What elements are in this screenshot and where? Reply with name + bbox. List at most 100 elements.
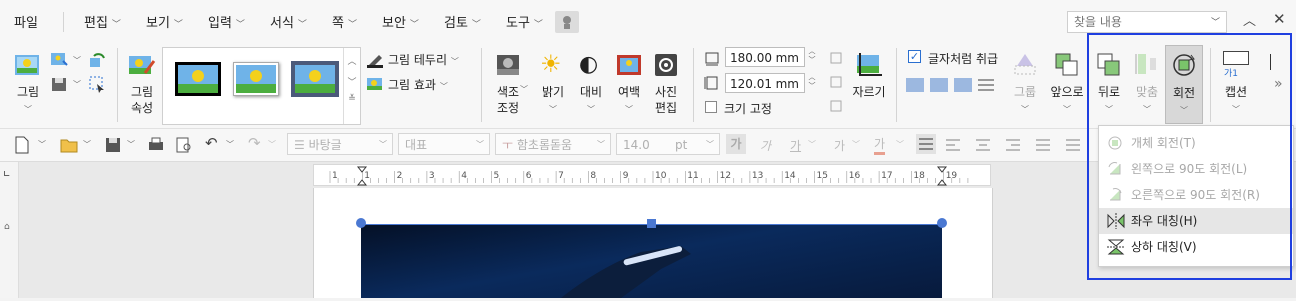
search-input[interactable] xyxy=(1072,12,1206,32)
ruler-corner-icon[interactable]: ∟ xyxy=(3,170,11,180)
style-thumbnail[interactable] xyxy=(233,62,279,96)
close-icon[interactable]: ✕ xyxy=(1273,10,1286,28)
width-field[interactable]: 180.00 mm xyxy=(725,47,805,67)
style-select[interactable]: ☰ 바탕글 ﹀ xyxy=(287,133,393,155)
chevron-down-icon[interactable]: ﹀ xyxy=(896,139,904,150)
chevron-down-icon[interactable]: ﹀ xyxy=(127,139,135,150)
text-wrap-icons[interactable] xyxy=(906,76,996,94)
save-picture-icon[interactable] xyxy=(50,75,70,93)
group-button[interactable]: 그룹 ﹀ xyxy=(1008,84,1042,118)
menu-security[interactable]: 보안 ﹀ xyxy=(382,12,419,31)
strikethrough-button[interactable]: 가 xyxy=(834,137,845,154)
chevron-down-icon[interactable]: ﹀ xyxy=(83,139,91,150)
bold-button[interactable]: 가 xyxy=(726,134,746,154)
align-center-icon[interactable] xyxy=(976,138,992,152)
picture-properties-button[interactable]: 그림 속성 xyxy=(124,84,160,116)
collapse-ribbon-icon[interactable]: ︿ xyxy=(1243,10,1256,29)
bring-forward-icon xyxy=(1055,53,1078,76)
style-thumbnail[interactable] xyxy=(291,61,339,97)
print-icon[interactable] xyxy=(148,137,164,153)
resize-handle[interactable] xyxy=(937,218,947,228)
save-icon[interactable] xyxy=(105,137,121,153)
search-dropdown-icon[interactable]: ﹀ xyxy=(1211,15,1220,28)
picture-effect-button[interactable]: 그림 효과 ﹀ xyxy=(388,76,448,93)
italic-button[interactable]: 가 xyxy=(760,137,771,154)
crop-button[interactable]: 자르기 xyxy=(850,84,888,100)
menu-review[interactable]: 검토 ﹀ xyxy=(444,12,481,31)
menu-page[interactable]: 쪽 ﹀ xyxy=(332,12,357,31)
chevron-down-icon[interactable]: ﹀ xyxy=(226,139,234,150)
language-select[interactable]: 대표 ﹀ xyxy=(398,133,490,155)
justify-button[interactable] xyxy=(916,134,936,154)
insert-picture-icon[interactable] xyxy=(50,51,70,69)
picture-context-tab[interactable] xyxy=(555,11,579,33)
select-objects-icon[interactable] xyxy=(88,75,106,93)
ruler-tick-label: 4 xyxy=(461,171,467,181)
photo-edit-icon xyxy=(655,54,677,76)
style-thumbnail[interactable] xyxy=(175,62,221,96)
gallery-scroll[interactable]: ︿ ﹀ ≚ xyxy=(343,48,360,124)
chevron-down-icon[interactable]: ﹀ xyxy=(520,84,528,95)
photo-edit-button[interactable]: 사진 편집 xyxy=(648,84,684,116)
picture-properties-icon xyxy=(129,56,156,74)
bring-forward-button[interactable]: 앞으로 ﹀ xyxy=(1047,84,1087,118)
chevron-down-icon[interactable]: ﹀ xyxy=(38,139,46,150)
picture-border-button[interactable]: 그림 테두리 ﹀ xyxy=(388,51,459,68)
picture-icon xyxy=(563,16,571,29)
chevron-down-icon[interactable]: ﹀ xyxy=(268,139,276,150)
height-field[interactable]: 120.01 mm xyxy=(725,73,805,93)
selected-image[interactable] xyxy=(361,224,942,298)
resize-handle[interactable] xyxy=(356,218,366,228)
ruler-tick-label: 3 xyxy=(429,171,435,181)
ruler-tick-label: 10 xyxy=(655,171,667,181)
chevron-up-icon[interactable]: ︿ xyxy=(344,54,360,67)
menu-insert[interactable]: 입력 ﹀ xyxy=(208,12,245,31)
align-left-icon[interactable] xyxy=(946,138,962,152)
menu-format[interactable]: 서식 ﹀ xyxy=(270,12,307,31)
treat-as-char-checkbox[interactable]: ✓ xyxy=(908,50,921,63)
picture-effect-icon xyxy=(367,78,382,90)
print-preview-icon[interactable] xyxy=(176,137,192,153)
margin-button[interactable]: 여백 ﹀ xyxy=(614,84,644,118)
align-right-icon[interactable] xyxy=(1006,138,1022,152)
chevron-down-icon[interactable]: ﹀ xyxy=(852,139,860,150)
font-size-field[interactable]: 14.0 pt ﹀ xyxy=(616,133,720,155)
menu-edit[interactable]: 편집 ﹀ xyxy=(84,12,121,31)
ruler-tick-label: 2 xyxy=(397,171,403,181)
height-spinner[interactable]: ︿ ﹀ xyxy=(806,73,818,93)
resize-handle[interactable] xyxy=(647,219,656,228)
picture-border-icon xyxy=(367,55,383,68)
indent-marker-icon[interactable]: ⌂ xyxy=(4,222,10,232)
chevron-down-icon[interactable]: ﹀ xyxy=(344,75,360,88)
menu-tools[interactable]: 도구 ﹀ xyxy=(506,12,543,31)
same-height-icon[interactable] xyxy=(829,75,843,89)
brightness-button[interactable]: 밝기 ﹀ xyxy=(538,84,568,118)
open-folder-icon[interactable] xyxy=(60,137,78,153)
menu-view[interactable]: 보기 ﹀ xyxy=(146,12,183,31)
font-select[interactable]: ㅜ 함초롬돋움 ﹀ xyxy=(495,133,611,155)
menu-file[interactable]: 파일 xyxy=(14,12,38,31)
undo-icon[interactable]: ↶ xyxy=(205,134,218,152)
redo-icon[interactable]: ↷ xyxy=(248,134,261,152)
new-document-icon[interactable] xyxy=(14,136,30,154)
fix-size-checkbox[interactable] xyxy=(705,101,717,113)
width-spinner[interactable]: ︿ ﹀ xyxy=(806,47,818,67)
picture-button[interactable]: 그림 ﹀ xyxy=(14,84,42,118)
ruler-tick-label: 17 xyxy=(881,171,892,181)
chevron-down-icon[interactable]: ﹀ xyxy=(73,55,81,66)
search-box[interactable]: ﹀ xyxy=(1067,11,1227,33)
same-width-icon[interactable] xyxy=(829,51,843,65)
distribute-icon[interactable] xyxy=(1036,138,1052,152)
vertical-ruler: ∟ ⌂ xyxy=(0,162,19,298)
picture-style-gallery: ︿ ﹀ ≚ xyxy=(162,47,361,125)
same-size-icon[interactable] xyxy=(829,99,843,113)
contrast-button[interactable]: 대비 ﹀ xyxy=(576,84,606,118)
underline-button[interactable]: 가 xyxy=(790,137,801,154)
gallery-expand-icon[interactable]: ≚ xyxy=(344,94,360,104)
replace-picture-icon[interactable] xyxy=(88,51,106,69)
font-color-button[interactable]: 가 xyxy=(874,135,886,155)
divide-icon[interactable] xyxy=(1066,138,1082,152)
chevron-down-icon[interactable]: ﹀ xyxy=(73,79,81,90)
align-justify-icon xyxy=(919,138,933,150)
chevron-down-icon[interactable]: ﹀ xyxy=(808,139,816,150)
